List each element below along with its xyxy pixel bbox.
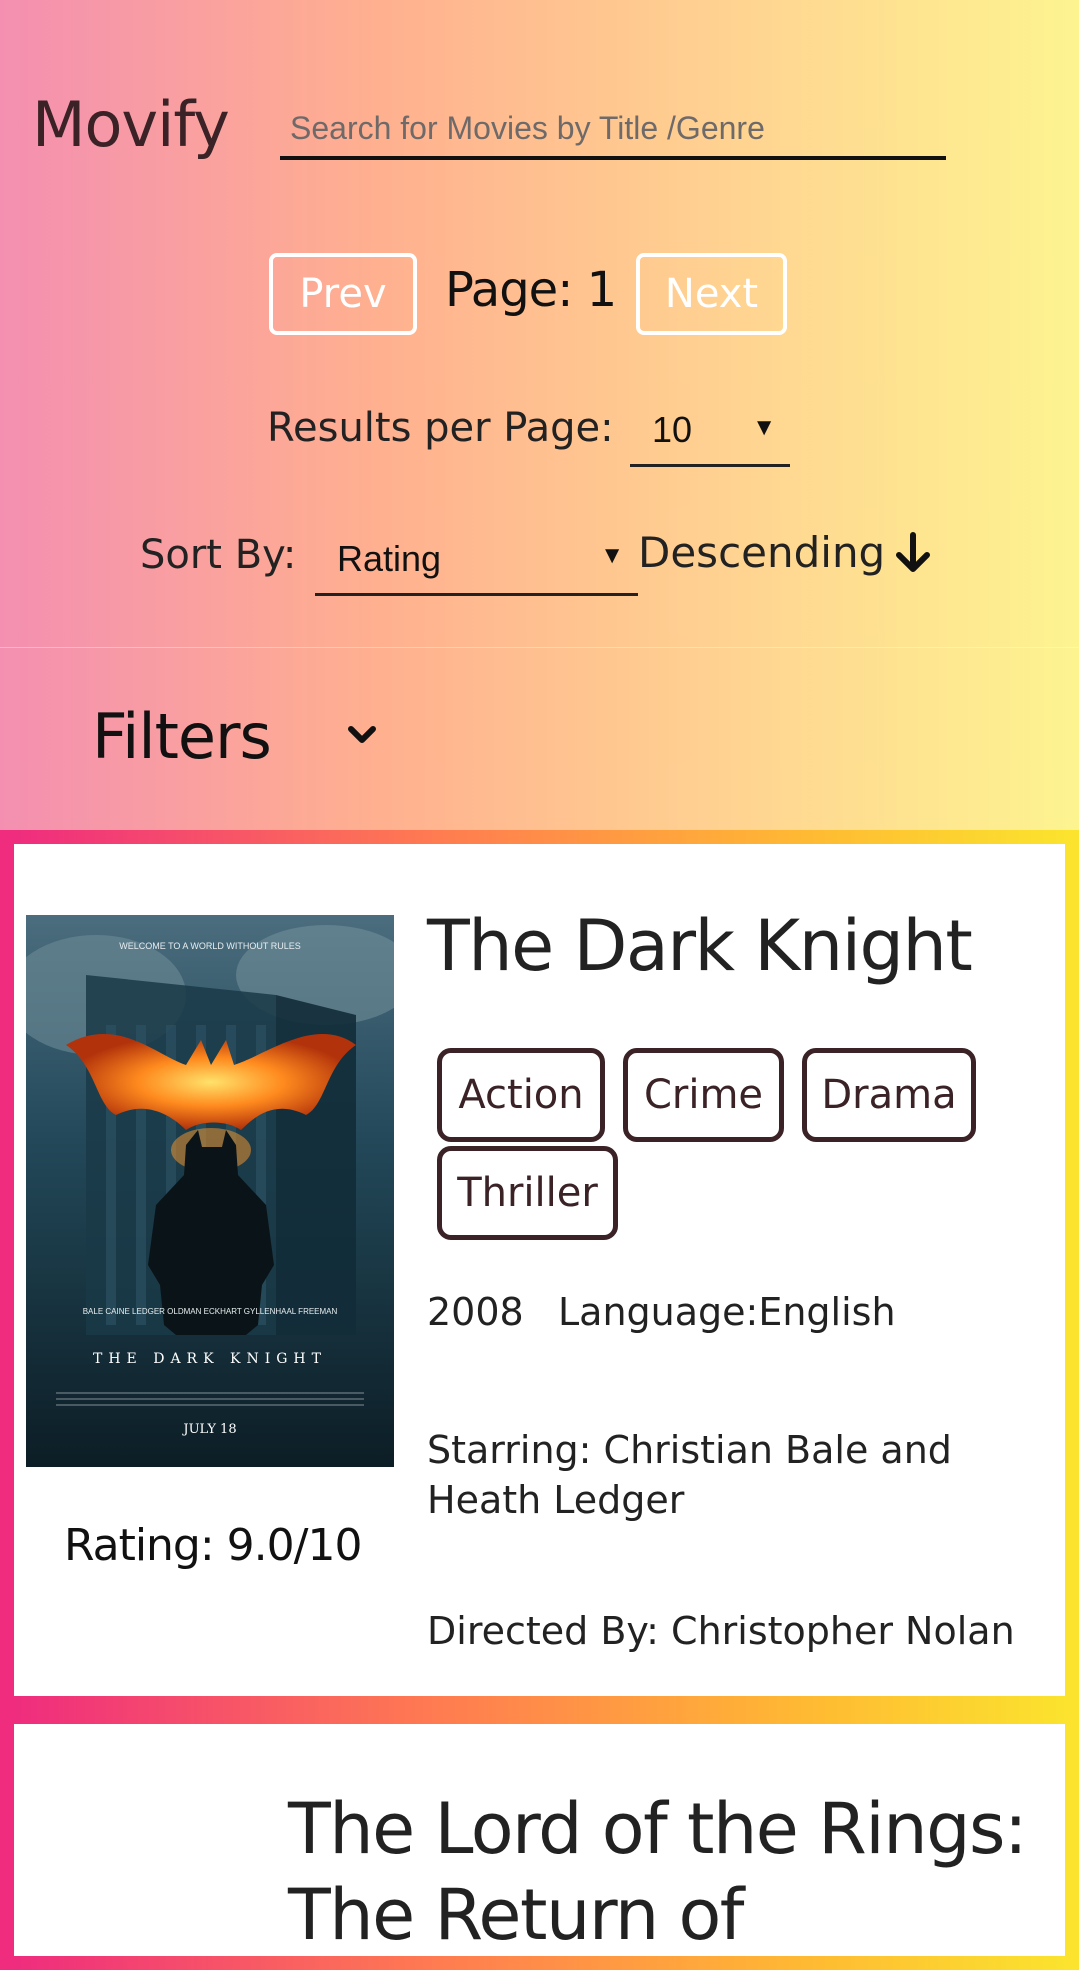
starring: Starring: Christian Bale and Heath Ledge… [427,1428,952,1522]
prev-button[interactable]: Prev [269,253,417,335]
sort-order-toggle[interactable]: Descending [638,528,933,577]
search-input[interactable] [280,100,946,160]
genre-tag[interactable]: Thriller [437,1146,618,1240]
results-per-page-select[interactable]: 10 ▼ [630,400,790,467]
app-logo: Movify [32,88,230,161]
language: Language:English [558,1290,896,1334]
sort-by-select[interactable]: Rating ▼ [315,528,638,596]
genre-tag[interactable]: Action [437,1048,605,1142]
arrow-down-icon [896,531,931,572]
release-year: 2008 [427,1290,524,1334]
chevron-down-icon[interactable] [345,723,379,749]
sort-order-label: Descending [638,528,886,577]
genre-tag[interactable]: Drama [802,1048,976,1142]
poster-title: THE DARK KNIGHT [93,1351,327,1367]
results-per-page-label: Results per Page: [267,405,614,451]
movie-poster: WELCOME TO A WORLD WITHOUT RULES BALE CA… [26,915,394,1467]
movie-title[interactable]: The Lord of the Rings: The Return of [288,1786,1048,1958]
filters-toggle[interactable]: Filters [92,700,272,773]
rating: Rating: 9.0/10 [64,1520,362,1571]
page-indicator: Page: 1 [445,262,617,318]
poster-date: JULY 18 [181,1422,236,1437]
genre-tag[interactable]: Crime [623,1048,784,1142]
results-per-page-value: 10 [652,409,693,450]
sort-by-label: Sort By: [140,532,297,578]
poster-tagline: WELCOME TO A WORLD WITHOUT RULES [119,941,301,951]
movie-title[interactable]: The Dark Knight [427,905,973,987]
divider [0,647,1079,648]
poster-credits: BALE CAINE LEDGER OLDMAN ECKHART GYLLENH… [83,1307,338,1316]
sort-by-value: Rating [337,538,442,579]
dropdown-arrow-icon: ▼ [752,414,776,441]
next-button[interactable]: Next [636,253,787,335]
director: Directed By: Christopher Nolan [427,1609,1015,1653]
header: Movify Prev Page: 1 Next Results per Pag… [0,0,1079,832]
dropdown-arrow-icon: ▼ [600,542,624,569]
